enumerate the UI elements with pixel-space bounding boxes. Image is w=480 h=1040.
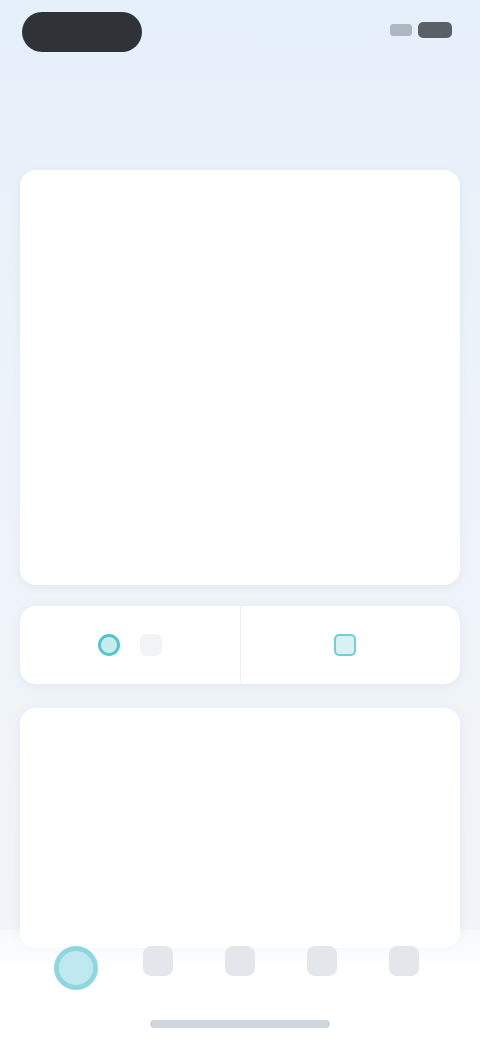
action-button-primary[interactable] — [20, 606, 240, 684]
summary-row[interactable] — [44, 382, 436, 452]
tab-2[interactable] — [118, 946, 198, 1000]
circle-icon — [97, 634, 120, 656]
summary-card — [20, 170, 460, 585]
details-title — [44, 740, 50, 761]
home-indicator — [150, 1020, 330, 1028]
chevron-icon — [139, 634, 162, 656]
battery-icon — [418, 22, 452, 38]
summary-total-row — [44, 466, 436, 566]
summary-row[interactable] — [44, 296, 436, 366]
tab-icon — [225, 946, 255, 976]
tab-4[interactable] — [282, 946, 362, 1000]
status-bar — [0, 0, 480, 64]
tab-home[interactable] — [36, 946, 116, 1000]
tab-icon — [143, 946, 173, 976]
summary-row[interactable] — [44, 210, 436, 280]
details-card — [20, 708, 460, 948]
action-card — [20, 606, 460, 684]
tile-icon — [334, 634, 357, 656]
action-button-secondary[interactable] — [239, 606, 461, 684]
signal-icon — [390, 24, 412, 36]
tab-icon — [389, 946, 419, 976]
tab-3[interactable] — [200, 946, 280, 1000]
status-time-pill — [22, 12, 142, 52]
tab-bar — [0, 930, 480, 1040]
tab-5[interactable] — [364, 946, 444, 1000]
status-icons — [390, 22, 452, 38]
tab-icon — [307, 946, 337, 976]
home-icon — [54, 946, 98, 990]
